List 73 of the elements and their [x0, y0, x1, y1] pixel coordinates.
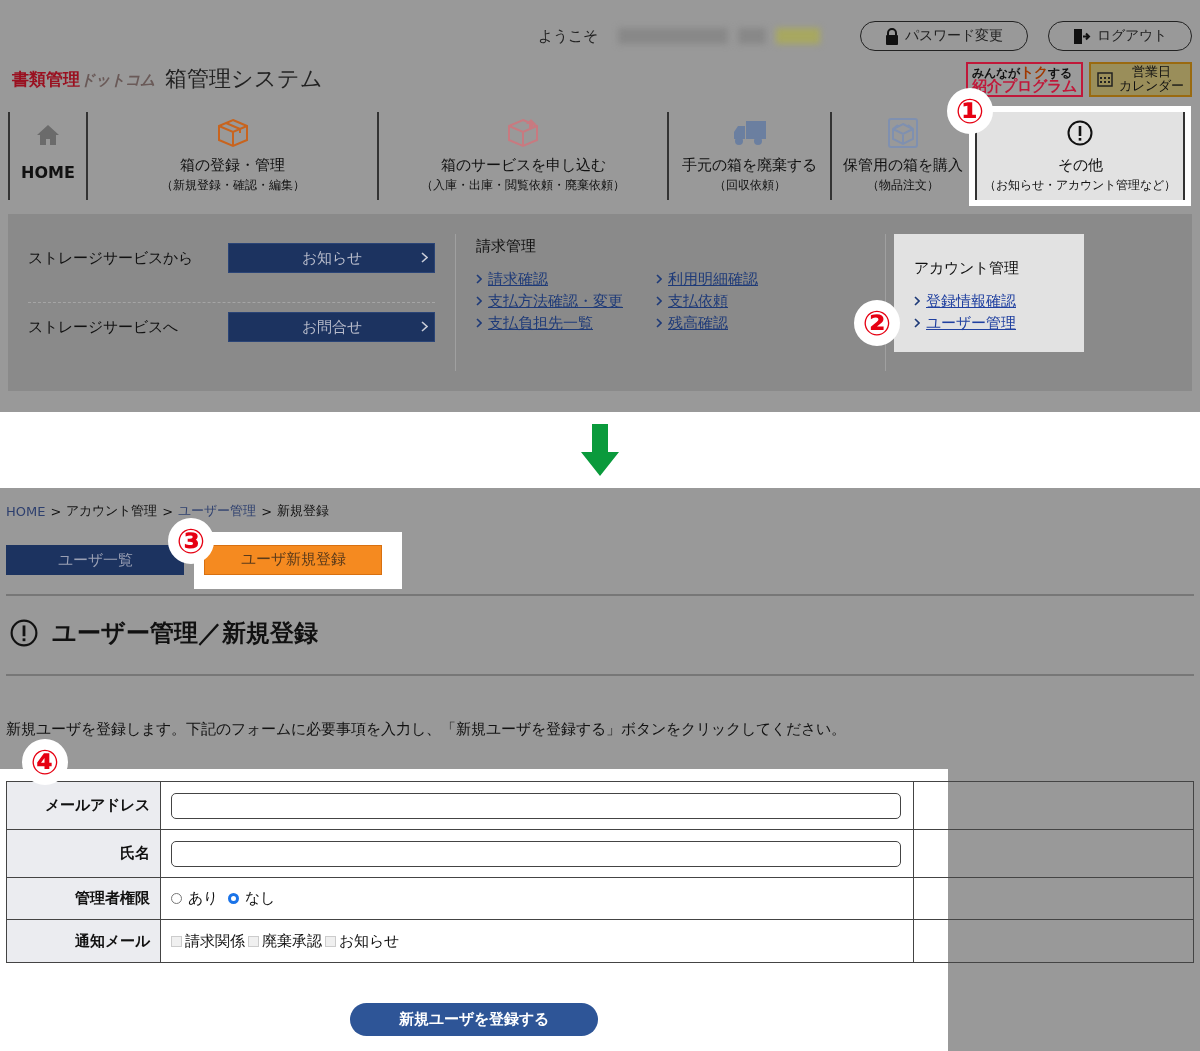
step-number: ④ [22, 739, 68, 785]
welcome-text: ようこそ [538, 26, 598, 46]
chevron-icon [656, 274, 662, 284]
menu-button[interactable]: お問合せ [228, 312, 435, 342]
page-title: ユーザー管理／新規登録 [52, 618, 318, 649]
box-icon [887, 118, 918, 148]
box-icon [507, 118, 539, 148]
lock-icon [885, 27, 899, 45]
home-icon [36, 123, 60, 146]
checkbox-label: 廃棄承認 [262, 931, 323, 951]
field-label: メールアドレス [6, 781, 161, 830]
input-field[interactable] [171, 840, 902, 867]
breadcrumb-separator: > [261, 503, 273, 519]
menu-link[interactable]: 支払方法確認・変更 [476, 290, 656, 312]
breadcrumb-link[interactable]: ユーザー管理 [178, 502, 257, 520]
breadcrumb-separator: > [162, 503, 174, 519]
nav-tab[interactable]: 箱のサービスを申し込む （入庫・出庫・閲覧依頼・廃棄依頼） [379, 112, 669, 200]
chevron-icon [421, 321, 428, 332]
menu-link[interactable]: 請求確認 [476, 268, 656, 290]
radio-label: あり [188, 889, 219, 908]
chevron-icon [476, 296, 482, 306]
chevron-icon [476, 274, 482, 284]
menu-link[interactable]: 登録情報確認 [914, 290, 1064, 312]
calendar-icon [1097, 71, 1113, 87]
menu-link[interactable]: 支払負担先一覧 [476, 312, 656, 334]
menu-link[interactable]: 利用明細確認 [656, 268, 856, 290]
truck-icon [732, 120, 767, 146]
down-arrow-icon [581, 424, 619, 476]
step-number: ③ [168, 517, 214, 564]
checkbox[interactable] [248, 935, 260, 947]
chevron-icon [421, 252, 428, 263]
section-title: 請求管理 [476, 237, 537, 256]
field-label: 管理者権限 [6, 877, 161, 920]
checkbox[interactable] [325, 935, 337, 947]
chevron-icon [656, 296, 662, 306]
breadcrumb-link[interactable]: HOME [6, 503, 46, 519]
exit-door-icon [1073, 27, 1091, 45]
menu-link[interactable]: ユーザー管理 [914, 312, 1064, 334]
submit-button[interactable]: 新規ユーザを登録する [350, 1003, 598, 1036]
menu-label: ストレージサービスから [28, 248, 193, 268]
breadcrumb-item: アカウント管理 [66, 502, 158, 520]
menu-label: ストレージサービスへ [28, 317, 178, 337]
field-label: 氏名 [6, 829, 161, 878]
nav-tab[interactable]: 箱の登録・管理 （新規登録・確認・編集） [88, 112, 379, 200]
menu-button[interactable]: お知らせ [228, 243, 435, 273]
calendar-banner[interactable]: 営業日 カレンダー [1089, 61, 1192, 97]
nav-tab[interactable]: 手元の箱を廃棄する （回収依頼） [669, 112, 832, 200]
checkbox[interactable] [171, 935, 183, 947]
radio-button[interactable] [228, 893, 240, 904]
intro-text: 新規ユーザを登録します。下記のフォームに必要事項を入力し、「新規ユーザを登録する」ボタンをクリックしてください。 [5, 720, 847, 739]
nav-tab[interactable]: HOME [8, 112, 88, 200]
menu-link[interactable]: 支払依頼 [656, 290, 856, 312]
breadcrumb-item: 新規登録 [277, 502, 330, 520]
checkbox-label: 請求関係 [185, 931, 246, 951]
chevron-icon [476, 318, 482, 328]
exclamation-icon [10, 619, 38, 647]
exclamation-icon [1067, 120, 1093, 146]
step-number: ② [854, 300, 900, 346]
breadcrumb-separator: > [50, 503, 62, 519]
chevron-icon [656, 318, 662, 328]
system-title: 箱管理システム [165, 65, 323, 93]
checkbox-label: お知らせ [339, 931, 400, 951]
section-title: アカウント管理 [914, 259, 1020, 278]
chevron-icon [914, 318, 920, 328]
menu-link[interactable]: 残高確認 [656, 312, 856, 334]
logo[interactable]: 書類管理 ドットコム [8, 65, 155, 93]
field-label: 通知メール [6, 919, 161, 963]
radio-button[interactable] [171, 893, 183, 904]
input-field[interactable] [171, 792, 902, 819]
box-icon [216, 118, 249, 148]
radio-label: なし [245, 889, 276, 908]
tab[interactable]: ユーザ新規登録 [204, 544, 382, 575]
chevron-icon [914, 296, 920, 306]
